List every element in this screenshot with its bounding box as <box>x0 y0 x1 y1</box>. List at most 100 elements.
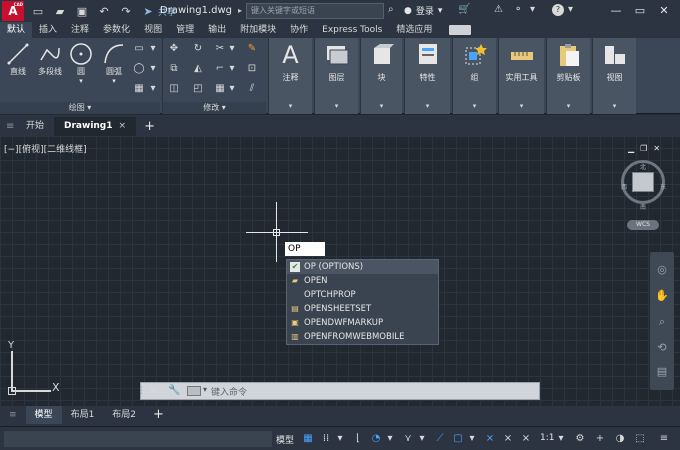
showmotion-icon[interactable]: ▤ <box>654 364 670 380</box>
move-icon[interactable]: ✥ <box>167 42 181 56</box>
autocomplete-item[interactable]: OPTCHPROP <box>287 288 438 302</box>
add-layout-button[interactable]: + <box>145 406 172 423</box>
viewcube[interactable] <box>632 172 654 192</box>
annotation-scale-icon[interactable]: ⨯ <box>518 431 534 447</box>
customize-icon[interactable]: 🔧 <box>168 385 180 396</box>
chevron-down-icon[interactable]: ▾ <box>382 431 398 447</box>
tab-manage[interactable]: 管理 <box>169 22 201 38</box>
chevron-down-icon[interactable]: ▾ <box>203 385 207 394</box>
infer-constraints-icon[interactable]: ⌊ <box>350 431 366 447</box>
close-icon[interactable]: × <box>119 121 127 131</box>
modify-group-footer[interactable]: 修改 ▾ <box>163 102 266 114</box>
tab-output[interactable]: 输出 <box>201 22 233 38</box>
chevron-down-icon[interactable]: ▾ <box>146 82 160 96</box>
app-logo[interactable]: A CAD <box>2 1 24 21</box>
chevron-down-icon[interactable]: ▾ <box>414 431 430 447</box>
fullscreen-icon[interactable]: ⬚ <box>632 431 648 447</box>
add-tab-button[interactable]: + <box>136 117 163 136</box>
wcs-menu-button[interactable]: WCS <box>627 220 659 230</box>
restore-icon[interactable]: ❐ <box>640 144 647 153</box>
tab-start[interactable]: 开始 <box>16 117 54 136</box>
tab-layout2[interactable]: 布局2 <box>103 406 145 424</box>
hatch-icon[interactable]: ▦ <box>132 82 146 96</box>
dynamic-input-field[interactable]: OP <box>285 242 325 256</box>
draw-group-footer[interactable]: 绘图 ▾ <box>0 102 160 114</box>
redo-icon[interactable]: ↷ <box>118 3 134 19</box>
save-icon[interactable]: ▣ <box>74 3 90 19</box>
tab-annotate[interactable]: 注释 <box>64 22 96 38</box>
tab-model[interactable]: 模型 <box>25 406 62 424</box>
chevron-down-icon[interactable]: ▾ <box>225 42 239 56</box>
line-tool[interactable]: 直线 <box>4 42 32 77</box>
close-icon[interactable]: ✕ <box>149 385 157 396</box>
autodesk-app-icon[interactable]: ⚠ <box>494 4 503 15</box>
search-icon[interactable]: ⌕ <box>388 4 394 15</box>
offset-icon[interactable]: ⫽ <box>245 82 259 96</box>
minimize-button[interactable]: — <box>608 3 624 19</box>
close-icon[interactable]: ✕ <box>653 144 660 153</box>
tab-addins[interactable]: 附加模块 <box>233 22 283 38</box>
chevron-down-icon[interactable]: ▾ <box>530 4 535 15</box>
autocomplete-item[interactable]: ▤ OPENSHEETSET <box>287 302 438 316</box>
chevron-down-icon[interactable]: ▾ <box>332 431 348 447</box>
tab-collaborate[interactable]: 协作 <box>283 22 315 38</box>
rotate-icon[interactable]: ↻ <box>191 42 205 56</box>
tab-drawing1[interactable]: Drawing1 × <box>54 117 137 136</box>
tab-view[interactable]: 视图 <box>137 22 169 38</box>
grip-handle-icon[interactable]: ⋮ <box>137 386 146 396</box>
view-panel[interactable]: 视图 ▾ <box>592 38 636 114</box>
ellipse-icon[interactable]: ◯ <box>132 62 146 76</box>
model-space-toggle[interactable]: 模型 <box>276 433 294 446</box>
chevron-down-icon[interactable]: ▾ <box>146 62 160 76</box>
chevron-down-icon[interactable]: ▾ <box>568 4 573 15</box>
chevron-down-icon[interactable]: ▾ <box>225 82 239 96</box>
workspace-gear-icon[interactable]: ⚙ <box>572 431 588 447</box>
autocomplete-item[interactable]: ▣ OPENDWFMARKUP <box>287 316 438 330</box>
maximize-button[interactable]: ▭ <box>632 3 648 19</box>
viewport-label[interactable]: [−][俯视][二维线框] <box>4 142 87 155</box>
chevron-down-icon[interactable]: ▾ <box>225 62 239 76</box>
autocomplete-item[interactable]: ▰ OPEN <box>287 274 438 288</box>
stretch-icon[interactable]: ◫ <box>167 82 181 96</box>
zoom-extents-icon[interactable]: ⌕ <box>654 314 670 330</box>
menu-icon[interactable]: ≡ <box>6 117 16 136</box>
customize-menu-icon[interactable]: ≡ <box>656 431 672 447</box>
polyline-tool[interactable]: 多段线 <box>34 42 66 77</box>
compass-west[interactable]: 西 <box>621 182 627 191</box>
mirror-icon[interactable]: ◭ <box>191 62 205 76</box>
tab-insert[interactable]: 插入 <box>32 22 64 38</box>
autocomplete-item[interactable]: ✔ OP (OPTIONS) <box>287 260 438 274</box>
orbit-icon[interactable]: ⟲ <box>654 340 670 356</box>
isolate-objects-icon[interactable]: ◑ <box>612 431 628 447</box>
tab-layout1[interactable]: 布局1 <box>62 406 104 424</box>
circle-tool[interactable]: 圆 ▾ <box>68 42 94 85</box>
annotation-visibility-icon[interactable]: ⨯ <box>482 431 498 447</box>
tab-parametric[interactable]: 参数化 <box>96 22 137 38</box>
pan-hand-icon[interactable]: ✋ <box>654 288 670 304</box>
chevron-down-icon[interactable]: ▾ <box>100 77 128 85</box>
undo-icon[interactable]: ↶ <box>96 3 112 19</box>
menu-icon[interactable]: ≡ <box>0 406 26 424</box>
tab-featured-apps[interactable]: 精选应用 <box>389 22 439 38</box>
compass-north[interactable]: 北 <box>640 162 646 171</box>
minimize-icon[interactable]: ▁ <box>628 144 634 153</box>
object-snap-tracking-icon[interactable]: ⟋ <box>432 431 448 447</box>
help-icon[interactable]: ? <box>552 4 564 16</box>
drawing-canvas[interactable]: [−][俯视][二维线框] ▁ ❐ ✕ OP ✔ OP (OPTIONS) ▰ … <box>0 136 680 406</box>
cart-icon[interactable]: 🛒 <box>458 4 470 15</box>
tab-express-tools[interactable]: Express Tools <box>315 22 389 38</box>
chevron-down-icon[interactable]: ▾ <box>146 42 160 56</box>
utilities-panel[interactable]: 实用工具 ▾ <box>498 38 544 114</box>
open-folder-icon[interactable]: ▰ <box>52 3 68 19</box>
tab-default[interactable]: 默认 <box>0 22 33 38</box>
add-icon[interactable]: + <box>592 431 608 447</box>
properties-panel[interactable]: 特性 ▾ <box>404 38 450 114</box>
arc-tool[interactable]: 圆弧 ▾ <box>100 42 128 85</box>
group-panel[interactable]: 组 ▾ <box>452 38 496 114</box>
chevron-down-icon[interactable]: ▾ <box>553 431 569 447</box>
explode-icon[interactable]: ⊡ <box>245 62 259 76</box>
layers-panel[interactable]: 图层 ▾ <box>314 38 358 114</box>
close-button[interactable]: ✕ <box>656 3 672 19</box>
steering-wheel-icon[interactable]: ◎ <box>654 262 670 278</box>
connect-icon[interactable]: ⚬ <box>514 4 522 15</box>
